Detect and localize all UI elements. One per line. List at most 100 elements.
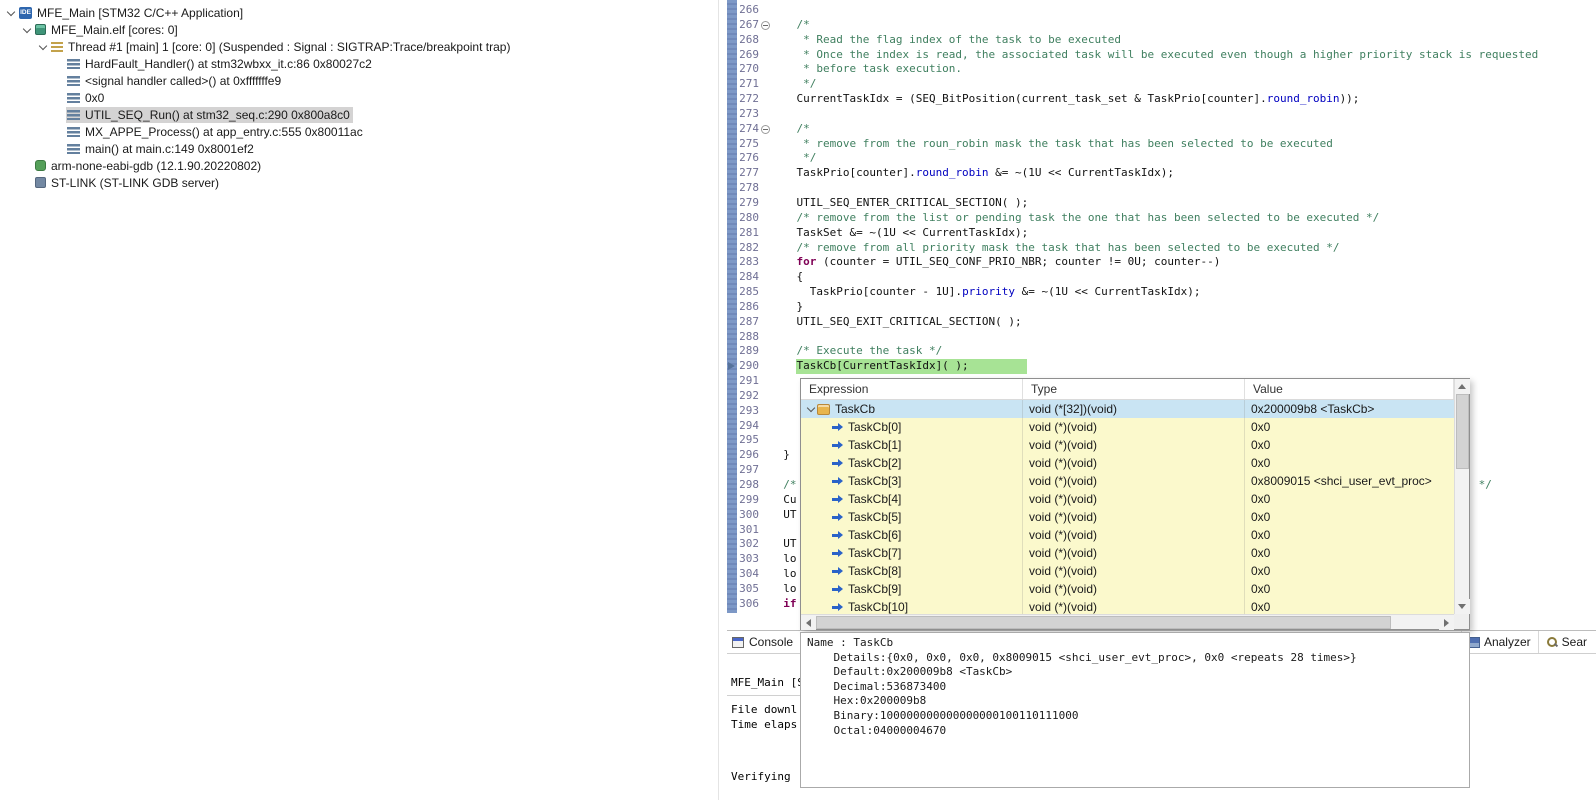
expander-icon[interactable] bbox=[38, 42, 48, 52]
scroll-up-icon[interactable] bbox=[1455, 379, 1470, 394]
debug-tree-row[interactable]: Thread #1 [main] 1 [core: 0] (Suspended … bbox=[0, 38, 718, 55]
tab-label: Sear bbox=[1561, 635, 1587, 649]
expression-row[interactable]: TaskCb[8] void (*)(void) 0x0 bbox=[801, 562, 1454, 580]
code-line[interactable]: 271 */ bbox=[727, 77, 1596, 92]
debug-tree-row[interactable]: MFE_Main [STM32 C/C++ Application] bbox=[0, 4, 718, 21]
debug-tree-row[interactable]: 0x0 bbox=[0, 89, 718, 106]
fold-collapse-icon[interactable] bbox=[761, 122, 770, 137]
scroll-down-icon[interactable] bbox=[1455, 599, 1470, 614]
code-line[interactable]: 286 } bbox=[727, 300, 1596, 315]
code-line[interactable]: 273 bbox=[727, 107, 1596, 122]
console-line: MFE_Main [ST bbox=[731, 676, 811, 689]
expression-row[interactable]: TaskCb[2] void (*)(void) 0x0 bbox=[801, 454, 1454, 472]
code-line[interactable]: 280 /* remove from the list or pending t… bbox=[727, 211, 1596, 226]
code-line[interactable]: 269 * Once the index is read, the associ… bbox=[727, 48, 1596, 63]
value-cell: 0x0 bbox=[1245, 454, 1454, 472]
column-header-value[interactable]: Value bbox=[1245, 379, 1454, 399]
tab-sear[interactable]: Sear bbox=[1537, 631, 1594, 653]
line-number: 269 bbox=[739, 47, 759, 61]
expression-row[interactable]: TaskCb void (*[32])(void) 0x200009b8 <Task… bbox=[801, 400, 1454, 418]
expander-icon[interactable] bbox=[6, 8, 16, 18]
expression-row[interactable]: TaskCb[4] void (*)(void) 0x0 bbox=[801, 490, 1454, 508]
code-line[interactable]: 288 bbox=[727, 330, 1596, 345]
expression-row[interactable]: TaskCb[1] void (*)(void) 0x0 bbox=[801, 436, 1454, 454]
debug-tree-row[interactable]: main() at main.c:149 0x8001ef2 bbox=[0, 140, 718, 157]
line-number: 306 bbox=[739, 596, 759, 610]
code-line[interactable]: 276 */ bbox=[727, 151, 1596, 166]
tree-row-label: MFE_Main.elf [cores: 0] bbox=[51, 22, 178, 37]
value-cell: 0x0 bbox=[1245, 598, 1454, 614]
vertical-scroll-thumb[interactable] bbox=[1456, 394, 1469, 469]
horizontal-scrollbar[interactable] bbox=[801, 614, 1454, 630]
expression-cell: TaskCb[1] bbox=[801, 436, 1023, 454]
code-line[interactable]: 268 * Read the flag index of the task to… bbox=[727, 33, 1596, 48]
debug-tree-row[interactable]: arm-none-eabi-gdb (12.1.90.20220802) bbox=[0, 157, 718, 174]
code-line[interactable]: 289 /* Execute the task */ bbox=[727, 344, 1596, 359]
stack-frame-icon bbox=[67, 144, 80, 154]
debug-tree-row[interactable]: MFE_Main.elf [cores: 0] bbox=[0, 21, 718, 38]
expression-cell: TaskCb[0] bbox=[801, 418, 1023, 436]
variable-pointer-icon bbox=[831, 440, 843, 450]
code-text: * Once the index is read, the associated… bbox=[770, 47, 1539, 61]
scroll-right-icon[interactable] bbox=[1439, 614, 1454, 630]
debug-tree-row[interactable]: <signal handler called>() at 0xfffffffe9 bbox=[0, 72, 718, 89]
tab-analyzer[interactable]: Analyzer bbox=[1460, 631, 1538, 653]
code-line[interactable]: 284 { bbox=[727, 270, 1596, 285]
expression-row[interactable]: TaskCb[5] void (*)(void) 0x0 bbox=[801, 508, 1454, 526]
code-line[interactable]: 279 UTIL_SEQ_ENTER_CRITICAL_SECTION( ); bbox=[727, 196, 1596, 211]
type-text: void (*)(void) bbox=[1029, 600, 1098, 614]
expression-name: TaskCb[0] bbox=[848, 420, 902, 434]
code-line[interactable]: 275 * remove from the roun_robin mask th… bbox=[727, 137, 1596, 152]
value-cell: 0x8009015 <shci_user_evt_proc> bbox=[1245, 472, 1454, 490]
vertical-scrollbar[interactable] bbox=[1454, 379, 1470, 614]
code-text: /* bbox=[770, 121, 810, 135]
expression-row[interactable]: TaskCb[10] void (*)(void) 0x0 bbox=[801, 598, 1454, 614]
code-line[interactable]: 283 for (counter = UTIL_SEQ_CONF_PRIO_NB… bbox=[727, 255, 1596, 270]
code-line[interactable]: 277 TaskPrio[counter].round_robin &= ~(1… bbox=[727, 166, 1596, 181]
type-cell: void (*)(void) bbox=[1023, 580, 1245, 598]
code-line[interactable]: 281 TaskSet &= ~(1U << CurrentTaskIdx); bbox=[727, 226, 1596, 241]
horizontal-scroll-thumb[interactable] bbox=[816, 615, 1391, 629]
code-line[interactable]: 270 * before task execution. bbox=[727, 62, 1596, 77]
expression-row[interactable]: TaskCb[9] void (*)(void) 0x0 bbox=[801, 580, 1454, 598]
expression-row[interactable]: TaskCb[7] void (*)(void) 0x0 bbox=[801, 544, 1454, 562]
expression-row[interactable]: TaskCb[6] void (*)(void) 0x0 bbox=[801, 526, 1454, 544]
tree-row-label: 0x0 bbox=[85, 90, 105, 105]
tree-row-label: ST-LINK (ST-LINK GDB server) bbox=[51, 175, 220, 190]
code-line[interactable]: 266 bbox=[727, 3, 1596, 18]
expander-icon[interactable] bbox=[22, 25, 32, 35]
code-line[interactable]: 278 bbox=[727, 181, 1596, 196]
debug-tree-row[interactable]: MX_APPE_Process() at app_entry.c:555 0x8… bbox=[0, 123, 718, 140]
line-number: 293 bbox=[739, 403, 759, 417]
line-number: 302 bbox=[739, 537, 759, 551]
line-number: 285 bbox=[739, 285, 759, 299]
fold-collapse-icon[interactable] bbox=[761, 18, 770, 33]
debug-tree-row[interactable]: UTIL_SEQ_Run() at stm32_seq.c:290 0x800a… bbox=[0, 106, 718, 123]
stack-frame-icon bbox=[67, 110, 80, 120]
code-line[interactable]: 272 CurrentTaskIdx = (SEQ_BitPosition(cu… bbox=[727, 92, 1596, 107]
code-line[interactable]: 290 TaskCb[CurrentTaskIdx]( ); bbox=[727, 359, 1596, 375]
column-header-expression[interactable]: Expression bbox=[801, 379, 1023, 399]
expander-icon[interactable] bbox=[805, 404, 817, 414]
code-line[interactable]: 285 TaskPrio[counter - 1U].priority &= ~… bbox=[727, 285, 1596, 300]
expression-row[interactable]: TaskCb[0] void (*)(void) 0x0 bbox=[801, 418, 1454, 436]
type-cell: void (*)(void) bbox=[1023, 472, 1245, 490]
code-line[interactable]: 267 /* bbox=[727, 18, 1596, 33]
expression-row[interactable]: TaskCb[3] void (*)(void) 0x8009015 <shci_u… bbox=[801, 472, 1454, 490]
debug-tree-row[interactable]: ST-LINK (ST-LINK GDB server) bbox=[0, 174, 718, 191]
value-text: 0x0 bbox=[1251, 600, 1271, 614]
tab-console[interactable]: Console bbox=[727, 631, 802, 653]
code-line[interactable]: 274 /* bbox=[727, 122, 1596, 137]
code-line[interactable]: 282 /* remove from all priority mask the… bbox=[727, 241, 1596, 256]
column-header-type[interactable]: Type bbox=[1023, 379, 1245, 399]
scroll-left-icon[interactable] bbox=[801, 614, 816, 630]
line-number: 267 bbox=[739, 17, 759, 31]
debug-tree-row[interactable]: HardFault_Handler() at stm32wbxx_it.c:86… bbox=[0, 55, 718, 72]
code-line[interactable]: 287 UTIL_SEQ_EXIT_CRITICAL_SECTION( ); bbox=[727, 315, 1596, 330]
tree-row-core: HardFault_Handler() at stm32wbxx_it.c:86… bbox=[66, 56, 375, 72]
